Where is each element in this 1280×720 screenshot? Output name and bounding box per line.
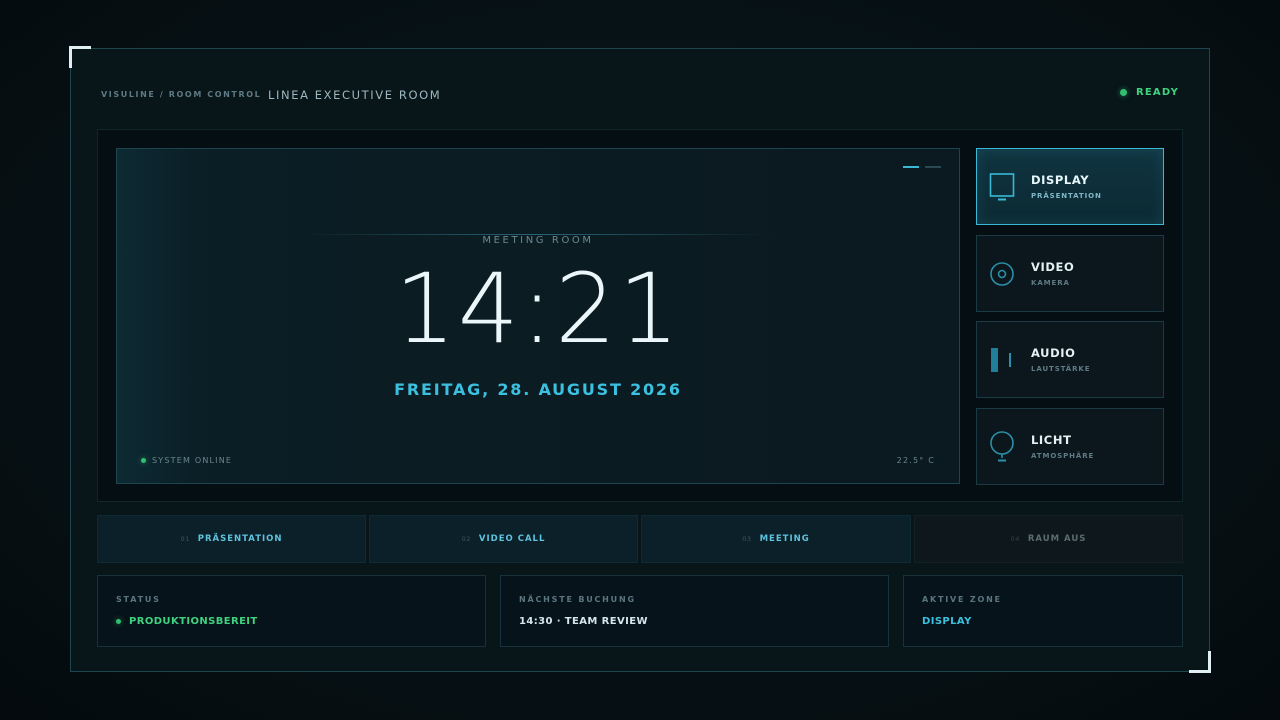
mode-button-audio[interactable]: AUDIO LAUTSTÄRKE: [976, 321, 1164, 398]
ready-status: READY: [1120, 87, 1179, 98]
preset-button-presentation[interactable]: 01 PRÄSENTATION: [97, 515, 366, 563]
ready-indicator-icon: [1120, 89, 1127, 96]
next-booking-heading: NÄCHSTE BUCHUNG: [519, 595, 636, 604]
page-dot-1[interactable]: [903, 166, 919, 168]
brand-breadcrumb: VISULINE / ROOM CONTROL: [101, 90, 262, 99]
preset-label: PRÄSENTATION: [197, 534, 283, 544]
frame-corner-bottom-right: [1189, 651, 1211, 673]
preset-button-meeting[interactable]: 03 MEETING: [641, 515, 911, 563]
preset-number: 01: [180, 535, 190, 543]
mode-button-display[interactable]: DISPLAY PRÄSENTATION: [976, 148, 1164, 225]
volume-icon: [989, 345, 1015, 375]
online-indicator-icon: [141, 458, 146, 463]
clock-date: FREITAG, 28. AUGUST 2026: [394, 380, 682, 399]
next-booking-card: NÄCHSTE BUCHUNG 14:30 · TEAM REVIEW: [500, 575, 889, 647]
active-zone-heading: AKTIVE ZONE: [922, 595, 1002, 604]
active-zone-card: AKTIVE ZONE DISPLAY: [903, 575, 1183, 647]
ready-label: READY: [1136, 87, 1180, 98]
mode-button-video[interactable]: VIDEO KAMERA: [976, 235, 1164, 312]
mode-button-light[interactable]: LICHT ATMOSPHÄRE: [976, 408, 1164, 485]
preset-label: RAUM AUS: [1027, 534, 1087, 544]
meeting-room-label: MEETING ROOM: [482, 235, 594, 246]
status-heading: STATUS: [116, 595, 161, 604]
system-status: SYSTEM ONLINE: [141, 456, 232, 465]
preset-button-video-call[interactable]: 02 VIDEO CALL: [369, 515, 638, 563]
mode-title: LICHT: [1031, 433, 1072, 447]
preset-label: VIDEO CALL: [478, 534, 546, 544]
status-card: STATUS PRODUKTIONSBEREIT: [97, 575, 486, 647]
status-value: PRODUKTIONSBEREIT: [116, 616, 485, 627]
lightbulb-icon: [989, 430, 1015, 462]
system-status-label: SYSTEM ONLINE: [152, 456, 233, 465]
preset-number: 02: [461, 535, 471, 543]
status-value-label: PRODUKTIONSBEREIT: [129, 616, 258, 627]
next-booking-value: 14:30 · TEAM REVIEW: [519, 616, 648, 627]
clock-time: 14:21: [394, 253, 682, 365]
page-indicator[interactable]: [903, 166, 941, 168]
mode-subtitle: KAMERA: [1031, 279, 1070, 287]
page-dot-2[interactable]: [925, 166, 941, 168]
frame-corner-top-left: [69, 46, 91, 68]
mode-subtitle: PRÄSENTATION: [1031, 192, 1102, 200]
preset-label: MEETING: [759, 534, 810, 544]
preset-button-room-off[interactable]: 04 RAUM AUS: [914, 515, 1183, 563]
active-zone-value: DISPLAY: [922, 616, 972, 627]
temperature-readout: 22.5° C: [896, 456, 935, 465]
mode-subtitle: LAUTSTÄRKE: [1031, 365, 1091, 373]
mode-title: VIDEO: [1031, 260, 1075, 274]
preset-number: 03: [742, 535, 752, 543]
mode-title: DISPLAY: [1031, 173, 1090, 187]
preset-number: 04: [1010, 535, 1020, 543]
room-name: LINEA EXECUTIVE ROOM: [268, 88, 442, 102]
mode-title: AUDIO: [1031, 346, 1076, 360]
status-indicator-icon: [116, 619, 121, 624]
mode-subtitle: ATMOSPHÄRE: [1031, 452, 1095, 460]
clock-panel: MEETING ROOM 14:21 FREITAG, 28. AUGUST 2…: [116, 148, 960, 484]
camera-icon: [989, 259, 1015, 289]
display-icon: [989, 172, 1015, 202]
